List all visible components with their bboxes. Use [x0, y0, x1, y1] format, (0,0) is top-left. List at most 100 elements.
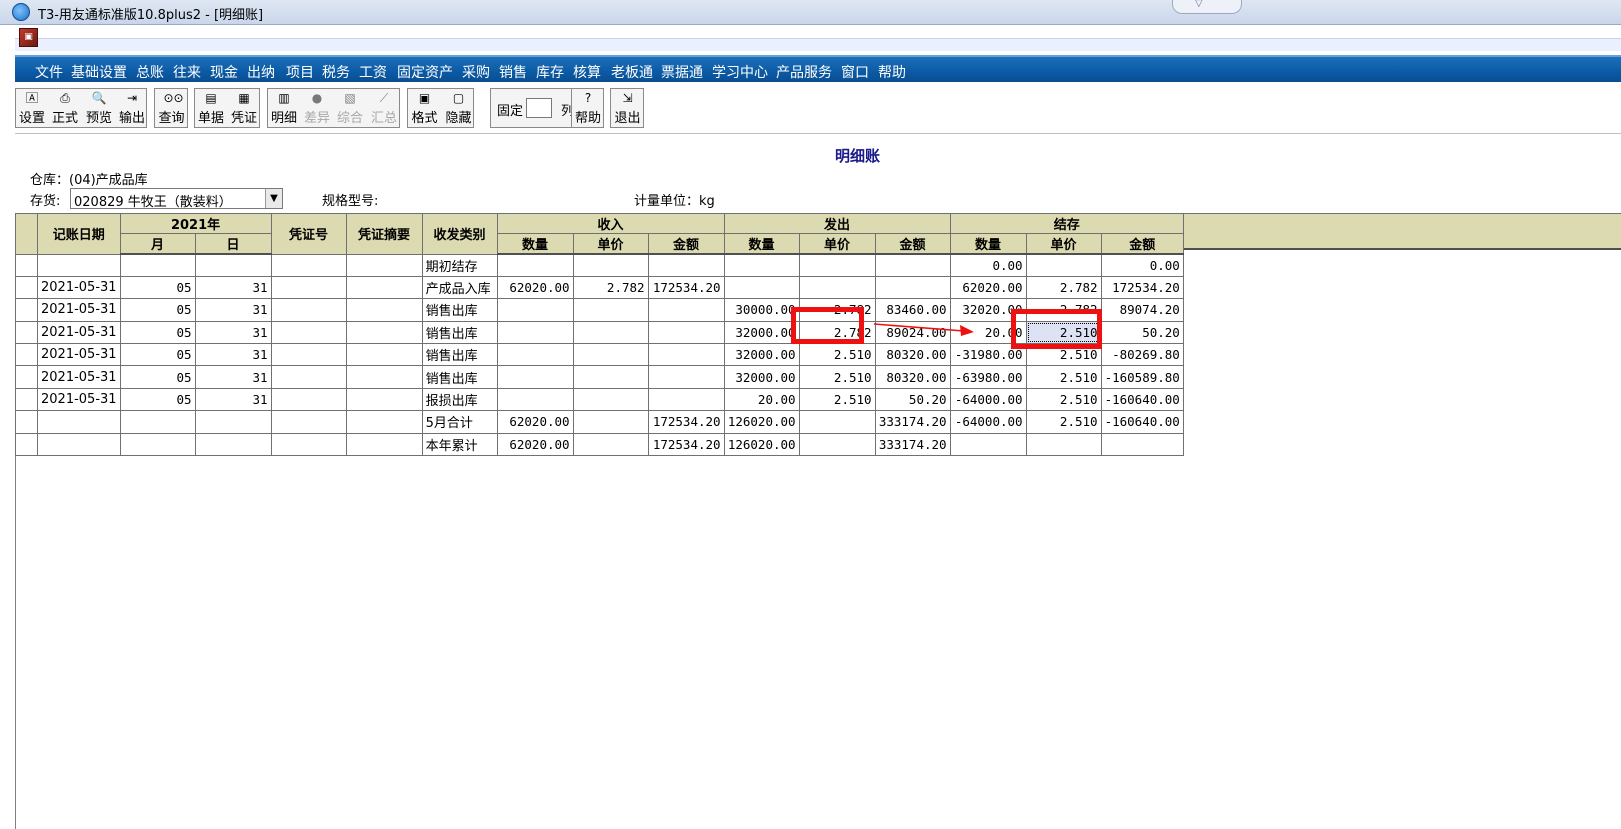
- table-cell[interactable]: 2021-05-31: [37, 365, 121, 389]
- table-cell[interactable]: [798, 432, 876, 457]
- table-cell[interactable]: -160640.00: [1100, 410, 1184, 434]
- table-row[interactable]: 2021-05-31 05 31 销售出库 32000.00 2.782 89024.00 2…: [15, 320, 1184, 345]
- toolbar-button-3[interactable]: ⇥ 输出: [116, 89, 148, 127]
- table-cell[interactable]: -63980.00: [949, 365, 1027, 389]
- table-cell[interactable]: 2021-05-31: [37, 275, 121, 300]
- inventory-select[interactable]: 020829 牛牧王（散装料） ▼: [70, 188, 283, 210]
- row-selector[interactable]: [15, 365, 38, 389]
- table-cell[interactable]: [270, 387, 347, 412]
- table-cell[interactable]: 销售出库: [421, 320, 498, 345]
- table-cell[interactable]: [949, 432, 1027, 457]
- table-cell[interactable]: [496, 365, 574, 389]
- table-cell[interactable]: [270, 365, 347, 389]
- table-cell[interactable]: 05: [119, 298, 196, 322]
- dropdown-arrow-icon[interactable]: ▼: [265, 189, 282, 208]
- table-cell[interactable]: [496, 387, 574, 412]
- table-cell[interactable]: [270, 432, 347, 457]
- table-cell[interactable]: -64000.00: [949, 410, 1027, 434]
- table-cell[interactable]: 80320.00: [874, 343, 951, 367]
- table-cell[interactable]: 期初结存: [421, 253, 498, 277]
- table-cell[interactable]: 5月合计: [421, 410, 498, 434]
- table-cell[interactable]: [647, 387, 725, 412]
- table-cell[interactable]: 83460.00: [874, 298, 951, 322]
- menu-item-1[interactable]: 基础设置: [71, 62, 127, 82]
- menu-item-16[interactable]: 学习中心: [712, 62, 768, 82]
- table-row[interactable]: 本年累计 62020.00 172534.20 126020.00 333174.20: [15, 432, 1184, 457]
- table-cell[interactable]: [345, 387, 423, 412]
- table-cell[interactable]: [345, 365, 423, 389]
- menu-item-4[interactable]: 现金: [210, 62, 238, 82]
- menu-item-13[interactable]: 核算: [573, 62, 601, 82]
- table-cell[interactable]: -64000.00: [949, 387, 1027, 412]
- table-cell[interactable]: [572, 298, 649, 322]
- row-selector[interactable]: [15, 343, 38, 367]
- toolbar-button-14[interactable]: ⇲ 退出: [611, 89, 644, 127]
- table-cell[interactable]: [496, 320, 574, 345]
- menu-item-11[interactable]: 销售: [499, 62, 527, 82]
- table-cell[interactable]: 销售出库: [421, 343, 498, 367]
- table-cell[interactable]: 62020.00: [949, 275, 1027, 300]
- table-cell[interactable]: 0.00: [1100, 253, 1184, 277]
- toolbar-button-6[interactable]: ▦ 凭证: [228, 89, 260, 127]
- table-cell[interactable]: 31: [194, 365, 272, 389]
- table-cell[interactable]: [572, 320, 649, 345]
- table-cell[interactable]: [647, 320, 725, 345]
- toolbar-button-0[interactable]: 🄰 设置: [16, 89, 48, 127]
- table-cell[interactable]: 32000.00: [723, 343, 800, 367]
- table-cell[interactable]: [270, 343, 347, 367]
- table-cell[interactable]: -160640.00: [1100, 387, 1184, 412]
- table-cell[interactable]: 05: [119, 343, 196, 367]
- table-cell[interactable]: [572, 432, 649, 457]
- menu-item-7[interactable]: 税务: [322, 62, 350, 82]
- table-cell[interactable]: [270, 320, 347, 345]
- row-selector[interactable]: [15, 432, 38, 457]
- table-cell[interactable]: 172534.20: [647, 432, 725, 457]
- menu-item-12[interactable]: 库存: [536, 62, 564, 82]
- table-cell[interactable]: [1025, 432, 1102, 457]
- table-cell[interactable]: 本年累计: [421, 432, 498, 457]
- table-cell[interactable]: 销售出库: [421, 298, 498, 322]
- table-cell[interactable]: 0.00: [949, 253, 1027, 277]
- table-cell[interactable]: 172534.20: [1100, 275, 1184, 300]
- table-row[interactable]: 2021-05-31 05 31 销售出库 32000.00 2.510 80320.00-…: [15, 343, 1184, 367]
- table-cell[interactable]: [647, 298, 725, 322]
- table-cell[interactable]: 05: [119, 365, 196, 389]
- table-cell[interactable]: [647, 365, 725, 389]
- table-cell[interactable]: 31: [194, 298, 272, 322]
- table-cell[interactable]: [572, 253, 649, 277]
- table-cell[interactable]: 50.20: [874, 387, 951, 412]
- table-cell[interactable]: 20.00: [723, 387, 800, 412]
- table-cell[interactable]: 销售出库: [421, 365, 498, 389]
- table-cell[interactable]: [119, 432, 196, 457]
- table-cell[interactable]: 50.20: [1100, 320, 1184, 345]
- toolbar-button-5[interactable]: ▤ 单据: [195, 89, 227, 127]
- table-cell[interactable]: 2.510: [1025, 410, 1102, 434]
- toolbar-button-7[interactable]: ▥ 明细: [268, 89, 300, 127]
- table-row[interactable]: 2021-05-31 05 31 报损出库 20.00 2.510 50.20 -64000.…: [15, 387, 1184, 412]
- toolbar-button-1[interactable]: ⎙ 正式: [49, 89, 81, 127]
- table-cell[interactable]: [37, 253, 121, 277]
- table-cell[interactable]: 126020.00: [723, 432, 800, 457]
- table-cell[interactable]: 30000.00: [723, 298, 800, 322]
- menu-item-18[interactable]: 窗口: [841, 62, 869, 82]
- table-cell[interactable]: [572, 410, 649, 434]
- table-cell[interactable]: 172534.20: [647, 275, 725, 300]
- toolbar-button-4[interactable]: ⊙⊙ 查询: [155, 89, 188, 127]
- table-cell[interactable]: [874, 275, 951, 300]
- table-cell[interactable]: 126020.00: [723, 410, 800, 434]
- toolbar-button-12[interactable]: ▢ 隐藏: [442, 89, 475, 127]
- menu-item-15[interactable]: 票据通: [661, 62, 703, 82]
- table-cell[interactable]: [1025, 253, 1102, 277]
- table-cell[interactable]: [270, 410, 347, 434]
- table-cell[interactable]: [496, 343, 574, 367]
- row-selector[interactable]: [15, 410, 38, 434]
- table-cell[interactable]: 05: [119, 275, 196, 300]
- row-selector[interactable]: [15, 275, 38, 300]
- table-cell[interactable]: [345, 298, 423, 322]
- table-cell[interactable]: [572, 387, 649, 412]
- table-cell[interactable]: [572, 343, 649, 367]
- menu-item-5[interactable]: 出纳: [247, 62, 275, 82]
- table-row[interactable]: 2021-05-31 05 31 销售出库 32000.00 2.510 80320.00-…: [15, 365, 1184, 389]
- table-cell[interactable]: 2021-05-31: [37, 320, 121, 345]
- table-cell[interactable]: 2.782: [572, 275, 649, 300]
